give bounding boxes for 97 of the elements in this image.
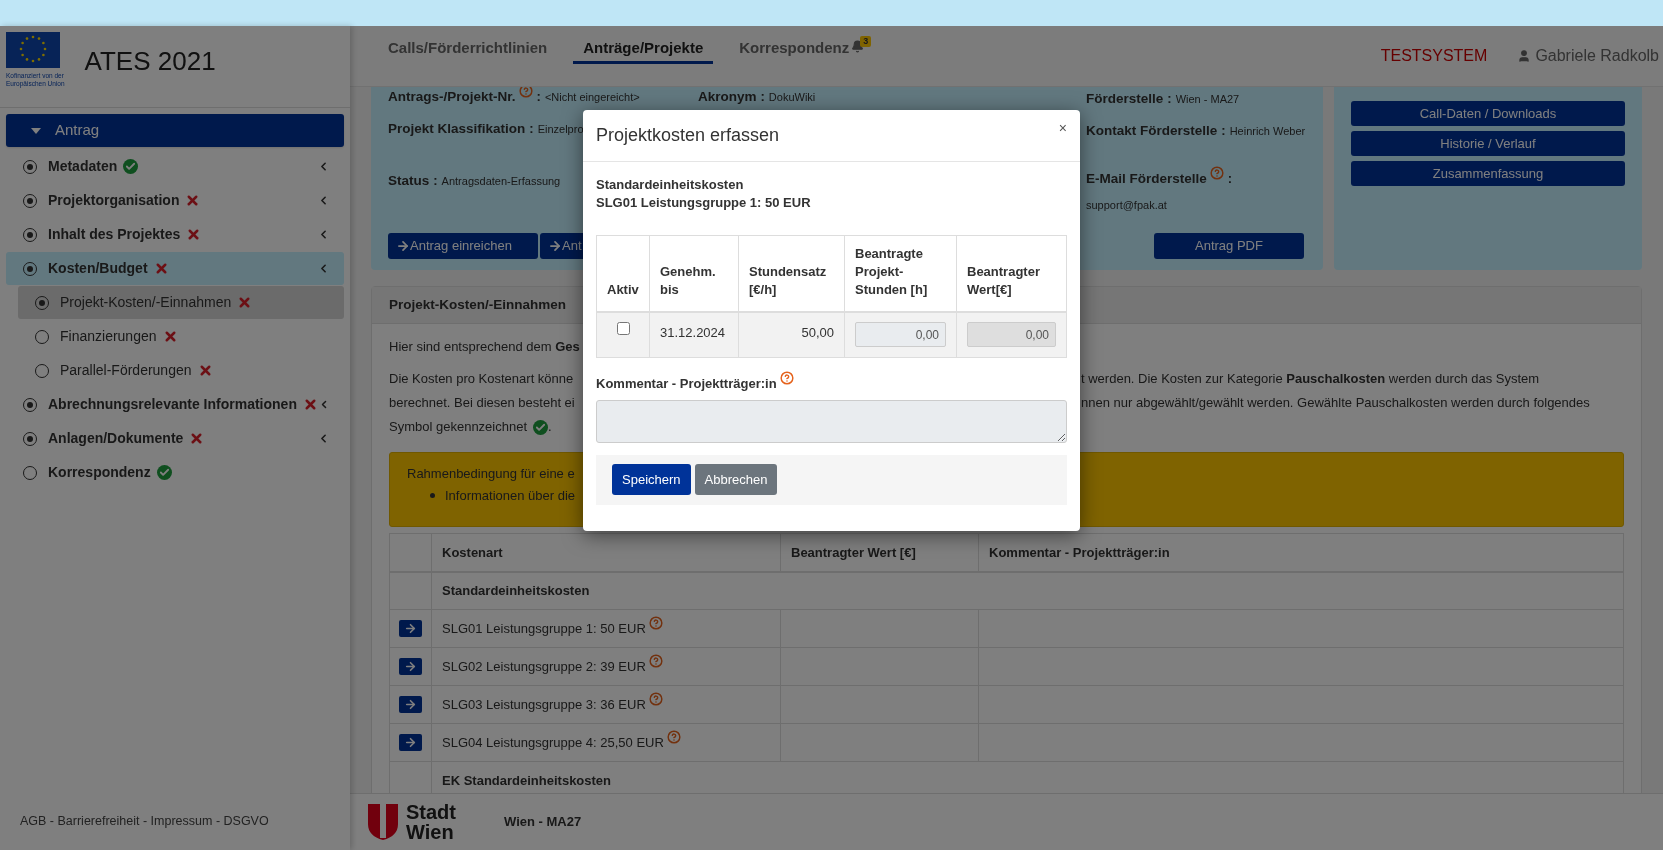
logo-text: Stadt [406, 802, 456, 822]
table-cell: SLG02 Leistungsgruppe 2: 39 EUR [442, 658, 646, 674]
field-value: Antragsdaten-Erfassung [441, 175, 561, 187]
action-button[interactable]: Antrag PDF [1154, 232, 1304, 259]
help-icon[interactable] [666, 729, 681, 744]
comment-label: Kommentar - Projektträger:in [596, 375, 777, 393]
footer-links[interactable]: AGB - Barrierefreiheit - Impressum - DSGVO [20, 812, 269, 831]
modal-heading: Standardeinheitskosten [596, 176, 745, 194]
field-label: Antrags-/Projekt-Nr. [388, 89, 516, 104]
field-colon: : [536, 89, 541, 104]
modal-title: Projektkosten erfassen [596, 124, 780, 147]
field-colon: : [1167, 91, 1172, 106]
intro-text: Hier sind entsprechend dem Ges [389, 338, 581, 356]
table-cell: SLG03 Leistungsgruppe 3: 36 EUR [442, 696, 646, 712]
count-badge: 3 [860, 36, 872, 48]
field-colon: : [1221, 123, 1226, 138]
active-checkbox[interactable] [616, 321, 630, 335]
sidebar-item[interactable]: Kosten/Budget [6, 252, 344, 285]
action-button[interactable]: Call-Daten / Downloads [1351, 101, 1625, 126]
table-cell: 31.12.2024 [649, 311, 739, 358]
system-label: TESTSYSTEM [1380, 46, 1488, 66]
open-button[interactable] [399, 734, 422, 751]
field-value: support@fpak.at [1086, 198, 1168, 214]
arrow-icon [404, 660, 417, 673]
column-header: Aktiv [596, 235, 650, 312]
column-header: Beantragter Wert [€] [780, 533, 979, 572]
field-colon: : [433, 173, 438, 188]
help-icon[interactable] [648, 691, 663, 706]
user-icon [1517, 49, 1532, 63]
group-cell: Standardeinheitskosten [431, 571, 1624, 610]
paragraph-text: berechnet. Bei diesen besteht ei [389, 394, 575, 412]
field-label: Kontakt Förderstelle [1086, 123, 1218, 138]
table-cell: 50,00 [738, 311, 845, 358]
field-colon: : [529, 121, 534, 136]
paragraph-text: Die Kosten pro Kostenart könne [389, 370, 574, 388]
help-icon[interactable] [1209, 166, 1224, 180]
nav-tab[interactable]: Korrespondenz 3 [729, 36, 882, 64]
open-button[interactable] [399, 658, 422, 675]
field-value: Einzelpro [537, 123, 584, 135]
sidebar-item[interactable]: Projekt-Kosten/-Einnahmen [18, 286, 344, 319]
help-icon[interactable] [648, 615, 663, 630]
help-icon[interactable] [648, 653, 663, 668]
column-header: Kostenart [431, 533, 781, 572]
arrow-icon [404, 622, 417, 635]
shield-icon [368, 804, 398, 840]
help-icon[interactable] [518, 87, 533, 98]
action-button[interactable]: Zusammenfassung [1351, 161, 1625, 186]
dialog-button[interactable]: Abbrechen [694, 464, 778, 495]
close-button[interactable]: × [1058, 118, 1067, 139]
caret-icon [31, 127, 41, 134]
number-field[interactable]: 0,00 [855, 322, 946, 348]
field-value: Heinrich Weber [1229, 125, 1306, 137]
modal-heading: SLG01 Leistungsgruppe 1: 50 EUR [596, 194, 812, 212]
dialog-button[interactable]: Speichern [612, 464, 691, 495]
notice-title: Rahmenbedingung für eine e [407, 465, 575, 483]
nav-tab[interactable]: Calls/Förderrichtlinien [378, 36, 558, 64]
nav-tab[interactable]: Anträge/Projekte [573, 36, 714, 64]
sidebar-header[interactable]: Antrag [6, 114, 344, 147]
user-name[interactable]: Gabriele Radkolb [1535, 44, 1659, 68]
field-colon: : [1227, 171, 1233, 186]
comment-field[interactable] [596, 399, 1067, 443]
field-colon: : [760, 89, 765, 104]
open-button[interactable] [399, 620, 422, 637]
paragraph-text: t werden. Die Kosten zur Kategorie Pauschalkosten werden durch das System [1081, 370, 1541, 388]
action-button[interactable]: Historie / Verlauf [1351, 131, 1625, 156]
column-header: Genehm. bis [649, 235, 739, 312]
field-label: Förderstelle [1086, 91, 1164, 106]
column-header: Stundensatz [€/h] [738, 235, 845, 312]
field-label: Status [388, 173, 430, 188]
field-label: Projekt Klassifikation [388, 121, 526, 136]
eu-flag-icon [6, 32, 60, 68]
action-button[interactable]: Antrag einreichen [388, 232, 538, 259]
column-header: Beantragter Wert[€] [956, 235, 1067, 312]
table-cell: SLG01 Leistungsgruppe 1: 50 EUR [442, 620, 646, 636]
paragraph-text: nnen nur abgewählt/gewählt werden. Gewählte Pauschalkosten werden durch folgendes [1081, 394, 1591, 412]
field-value: Wien - MA27 [1175, 93, 1240, 105]
notice-bullet: Informationen über die [445, 486, 576, 505]
paragraph-text: . [548, 418, 552, 436]
arrow-icon [404, 698, 417, 711]
column-header: Kommentar - Projektträger:in [978, 533, 1624, 572]
help-icon[interactable] [779, 371, 794, 385]
table-cell: SLG04 Leistungsgruppe 4: 25,50 EUR [442, 734, 664, 750]
field-label: Akronym [698, 89, 757, 104]
bell-icon [851, 40, 865, 54]
field-value: <Nicht eingereicht> [544, 91, 640, 103]
paragraph-text: Symbol gekennzeichnet [389, 418, 528, 436]
arrow-icon [404, 736, 417, 749]
department-label: Wien - MA27 [504, 813, 582, 832]
sidebar-header-label: Antrag [55, 120, 100, 141]
open-button[interactable] [399, 696, 422, 713]
logo-text: Wien [406, 822, 455, 842]
bullet-icon [430, 492, 435, 498]
field-label: E-Mail Förderstelle [1086, 171, 1207, 186]
section-title: Projekt-Kosten/-Einnahmen [389, 295, 567, 314]
app-title: ATES 2021 [84, 45, 216, 78]
field-value: DokuWiki [768, 91, 816, 103]
column-header: Beantragte Projekt-Stunden [h] [844, 235, 957, 312]
